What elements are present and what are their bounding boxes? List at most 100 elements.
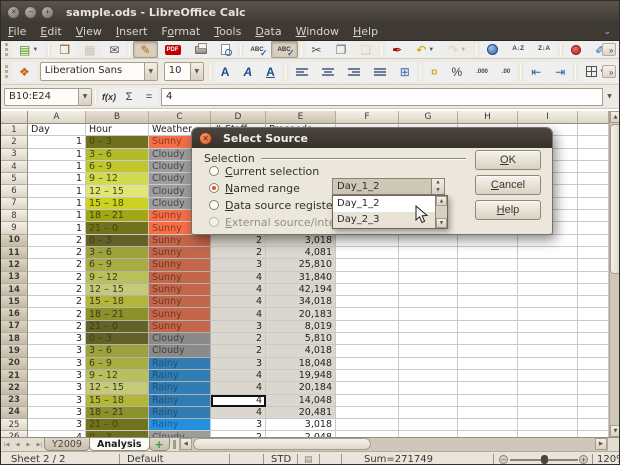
cell-B23[interactable]: 15 – 18 bbox=[86, 395, 149, 407]
menu-help[interactable]: Help bbox=[346, 24, 385, 39]
row-header-12[interactable]: 12 bbox=[1, 259, 28, 271]
row-header-1[interactable]: 1 bbox=[1, 124, 28, 136]
cell-A7[interactable]: 1 bbox=[28, 198, 86, 210]
cell-empty[interactable] bbox=[578, 333, 609, 345]
cell-empty[interactable] bbox=[578, 173, 609, 185]
cell-empty[interactable] bbox=[578, 358, 609, 370]
cell-E15[interactable]: 34,018 bbox=[266, 296, 336, 308]
expand-formula-bar-icon[interactable]: ▼ bbox=[603, 88, 616, 106]
row-header-22[interactable]: 22 bbox=[1, 382, 28, 394]
cell-empty[interactable] bbox=[578, 247, 609, 259]
row-header-13[interactable]: 13 bbox=[1, 272, 28, 284]
tab-scrollbar-splitter[interactable] bbox=[173, 440, 176, 449]
spin-up-icon[interactable]: ▲ bbox=[432, 179, 444, 187]
cell-empty[interactable] bbox=[399, 259, 458, 271]
cell-B24[interactable]: 18 – 21 bbox=[86, 407, 149, 419]
cell-empty[interactable] bbox=[336, 333, 399, 345]
cell-empty[interactable] bbox=[578, 272, 609, 284]
cell-A4[interactable]: 1 bbox=[28, 161, 86, 173]
toolbar-drag-handle[interactable] bbox=[5, 65, 8, 78]
dropdown-scroll-down-icon[interactable]: ▼ bbox=[436, 218, 447, 228]
combobox-spinner[interactable]: ▲▼ bbox=[431, 179, 444, 194]
cell-D11[interactable]: 2 bbox=[211, 247, 266, 259]
cell-C17[interactable]: Sunny bbox=[149, 321, 211, 333]
cell-empty[interactable] bbox=[336, 419, 399, 431]
cell-A1[interactable]: Day bbox=[28, 124, 86, 136]
column-header-H[interactable]: H bbox=[458, 111, 518, 124]
cell-B22[interactable]: 12 – 15 bbox=[86, 382, 149, 394]
cell-D21[interactable]: 4 bbox=[211, 370, 266, 382]
cell-empty[interactable] bbox=[399, 370, 458, 382]
cell-B4[interactable]: 6 – 9 bbox=[86, 161, 149, 173]
cell-A8[interactable]: 1 bbox=[28, 210, 86, 222]
cell-empty[interactable] bbox=[336, 235, 399, 247]
cell-B17[interactable]: 21 – 0 bbox=[86, 321, 149, 333]
cell-empty[interactable] bbox=[578, 235, 609, 247]
dialog-close-button[interactable]: ✕ bbox=[199, 132, 212, 145]
toolbar-overflow-button[interactable]: » bbox=[602, 65, 616, 78]
menu-tools[interactable]: Tools bbox=[207, 24, 248, 39]
cell-E10[interactable]: 3,018 bbox=[266, 235, 336, 247]
cell-empty[interactable] bbox=[458, 308, 518, 320]
cell-empty[interactable] bbox=[578, 210, 609, 222]
cell-D15[interactable]: 4 bbox=[211, 296, 266, 308]
cell-A17[interactable]: 2 bbox=[28, 321, 86, 333]
sheet-tab-analysis[interactable]: Analysis bbox=[89, 438, 150, 451]
cell-empty[interactable] bbox=[458, 419, 518, 431]
cell-empty[interactable] bbox=[518, 308, 578, 320]
cell-D17[interactable]: 3 bbox=[211, 321, 266, 333]
cell-empty[interactable] bbox=[518, 284, 578, 296]
column-header-partial[interactable] bbox=[578, 111, 609, 124]
menu-file[interactable]: File bbox=[1, 24, 33, 39]
cell-B19[interactable]: 3 – 6 bbox=[86, 345, 149, 357]
cell-empty[interactable] bbox=[458, 382, 518, 394]
cell-B5[interactable]: 9 – 12 bbox=[86, 173, 149, 185]
cell-A6[interactable]: 1 bbox=[28, 185, 86, 197]
cell-D16[interactable]: 4 bbox=[211, 308, 266, 320]
cell-A24[interactable]: 3 bbox=[28, 407, 86, 419]
styles-and-formatting-button[interactable]: ❖ bbox=[12, 62, 37, 82]
cell-empty[interactable] bbox=[458, 296, 518, 308]
font-size-combobox[interactable]: 10▼ bbox=[164, 62, 204, 81]
cell-empty[interactable] bbox=[578, 222, 609, 234]
merge-cells-button[interactable]: ⊞ bbox=[393, 62, 417, 82]
zoom-out-button[interactable]: − bbox=[499, 455, 508, 464]
cell-B15[interactable]: 15 – 18 bbox=[86, 296, 149, 308]
cell-empty[interactable] bbox=[578, 419, 609, 431]
dropdown-scrollbar[interactable]: ▲ ▼ bbox=[435, 196, 447, 228]
cell-E24[interactable]: 20,481 bbox=[266, 407, 336, 419]
cell-empty[interactable] bbox=[399, 247, 458, 259]
sheet-tab-y2009[interactable]: Y2009 bbox=[44, 438, 90, 451]
font-name-dropdown-icon[interactable]: ▼ bbox=[144, 63, 157, 80]
cell-B6[interactable]: 12 – 15 bbox=[86, 185, 149, 197]
cell-E20[interactable]: 18,048 bbox=[266, 358, 336, 370]
cell-empty[interactable] bbox=[399, 296, 458, 308]
sort-ascending-button[interactable]: A↓Z bbox=[505, 41, 531, 58]
cell-empty[interactable] bbox=[578, 296, 609, 308]
font-size-dropdown-icon[interactable]: ▼ bbox=[190, 63, 203, 80]
cell-empty[interactable] bbox=[578, 149, 609, 161]
cell-A20[interactable]: 3 bbox=[28, 358, 86, 370]
scroll-right-icon[interactable]: ▶ bbox=[595, 438, 607, 450]
cell-C24[interactable]: Rainy bbox=[149, 407, 211, 419]
redo-dropdown-icon[interactable]: ▼ bbox=[460, 47, 466, 53]
cell-empty[interactable] bbox=[336, 296, 399, 308]
cell-B10[interactable]: 0 – 3 bbox=[86, 235, 149, 247]
maximize-button[interactable]: + bbox=[41, 6, 54, 19]
cut-button[interactable]: ✂ bbox=[305, 41, 329, 58]
cell-empty[interactable] bbox=[518, 259, 578, 271]
cell-empty[interactable] bbox=[518, 235, 578, 247]
cell-A9[interactable]: 1 bbox=[28, 222, 86, 234]
zoom-slider-thumb[interactable] bbox=[541, 455, 548, 464]
cell-B16[interactable]: 18 – 21 bbox=[86, 308, 149, 320]
row-header-21[interactable]: 21 bbox=[1, 370, 28, 382]
cell-B13[interactable]: 9 – 12 bbox=[86, 272, 149, 284]
align-center-button[interactable] bbox=[315, 62, 341, 82]
cell-C20[interactable]: Rainy bbox=[149, 358, 211, 370]
cell-A10[interactable]: 2 bbox=[28, 235, 86, 247]
function-button[interactable]: = bbox=[139, 88, 159, 106]
first-sheet-button[interactable]: |◀ bbox=[1, 438, 12, 451]
cell-empty[interactable] bbox=[336, 358, 399, 370]
cell-D12[interactable]: 3 bbox=[211, 259, 266, 271]
toolbar-drag-handle[interactable] bbox=[5, 43, 8, 56]
